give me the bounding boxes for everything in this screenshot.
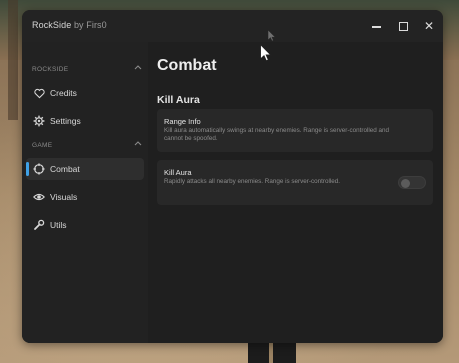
sidebar-item-settings[interactable]: Settings	[26, 110, 144, 132]
section-label: ROCKSIDE	[32, 66, 69, 73]
maximize-button[interactable]	[393, 16, 413, 36]
title-bar[interactable]: RockSide by Firs0 ✕	[22, 10, 443, 42]
sidebar-section-rockside[interactable]: ROCKSIDE	[32, 64, 142, 80]
kill-aura-toggle[interactable]	[398, 176, 426, 189]
sidebar-item-visuals[interactable]: Visuals	[26, 186, 144, 208]
sidebar-item-credits[interactable]: Credits	[26, 82, 144, 104]
main-content: Combat Kill Aura Range Info Kill aura au…	[148, 42, 443, 343]
section-label: GAME	[32, 142, 53, 149]
card-title: Kill Aura	[164, 168, 192, 177]
close-icon: ✕	[423, 19, 435, 33]
author-credit: by Firs0	[73, 20, 107, 30]
active-indicator	[26, 162, 29, 176]
toggle-knob	[401, 178, 410, 188]
minimize-button[interactable]	[366, 16, 386, 36]
sidebar-item-combat[interactable]: Combat	[26, 158, 144, 180]
sidebar-item-label: Credits	[50, 88, 77, 98]
chevron-up-icon	[134, 64, 142, 74]
ghost-cursor-icon	[268, 30, 276, 42]
card-description: Rapidly attacks all nearby enemies. Rang…	[164, 178, 341, 185]
sidebar-item-label: Settings	[50, 116, 81, 126]
sidebar-section-game[interactable]: GAME	[32, 140, 142, 156]
sidebar-item-utils[interactable]: Utils	[26, 214, 144, 236]
card-description: Kill aura automatically swings at nearby…	[164, 127, 390, 142]
eye-icon	[33, 191, 45, 203]
kill-aura-card[interactable]: Kill Aura Rapidly attacks all nearby ene…	[157, 160, 433, 205]
mouse-cursor-icon	[260, 44, 272, 62]
close-button[interactable]: ✕	[419, 16, 439, 36]
game-wooden-post	[8, 0, 18, 120]
crosshair-icon	[33, 163, 45, 175]
wrench-icon	[33, 219, 45, 231]
gear-icon	[33, 115, 45, 127]
chevron-up-icon	[134, 140, 142, 150]
range-info-card: Range Info Kill aura automatically swing…	[157, 109, 433, 152]
minimize-icon	[371, 26, 381, 28]
page-title: Combat	[157, 57, 217, 74]
sidebar-item-label: Utils	[50, 220, 67, 230]
app-name: RockSide	[32, 20, 72, 30]
sidebar: ROCKSIDE Credits Settings GAME Combat Vi…	[22, 42, 148, 343]
sidebar-item-label: Visuals	[50, 192, 78, 202]
card-title: Range Info	[164, 117, 201, 126]
rockside-window: RockSide by Firs0 ✕ ROCKSIDE Credits Set…	[22, 10, 443, 343]
game-character-legs	[248, 340, 296, 363]
section-title: Kill Aura	[157, 94, 200, 106]
window-title: RockSide by Firs0	[32, 20, 107, 30]
maximize-icon	[398, 21, 408, 31]
sidebar-item-label: Combat	[50, 164, 80, 174]
heart-icon	[33, 87, 45, 99]
